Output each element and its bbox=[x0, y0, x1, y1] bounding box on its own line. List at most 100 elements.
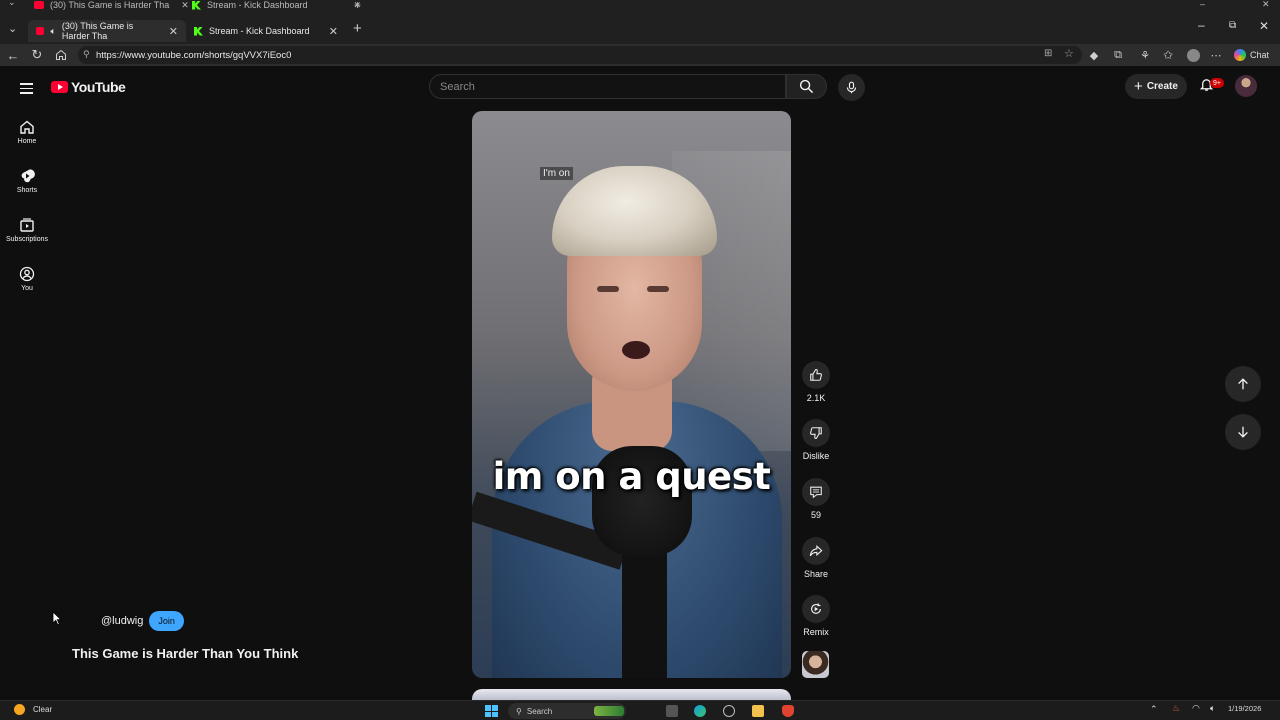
sidebar-item-shorts[interactable]: Shorts bbox=[0, 168, 54, 194]
search-highlight-icon bbox=[594, 706, 624, 716]
share-circle[interactable] bbox=[802, 537, 830, 565]
next-short-button[interactable] bbox=[1225, 414, 1261, 450]
chat-label: Chat bbox=[1250, 50, 1270, 60]
voice-search-button[interactable] bbox=[838, 74, 865, 101]
sidebar-label: Shorts bbox=[16, 187, 38, 194]
restore-button[interactable]: ⧉ bbox=[1229, 20, 1236, 31]
tab-kick[interactable]: Stream - Kick Dashboard ✕ bbox=[186, 20, 346, 42]
search-placeholder: Search bbox=[440, 80, 475, 93]
sidebar-item-you[interactable]: You bbox=[0, 266, 54, 292]
favorite-star-icon[interactable]: ☆ bbox=[1064, 47, 1074, 60]
extensions-icon[interactable]: ⧉ bbox=[1110, 47, 1126, 63]
back-button[interactable]: ← bbox=[5, 47, 21, 63]
dislike-button[interactable]: Dislike bbox=[800, 419, 832, 461]
tray-app-icon[interactable]: ♨ bbox=[1172, 703, 1180, 714]
sound-thumbnail[interactable] bbox=[802, 651, 829, 678]
site-info-icon[interactable]: ⚲ bbox=[83, 49, 90, 60]
video-caption-small: I'm on bbox=[540, 167, 573, 180]
close-icon[interactable]: ✕ bbox=[169, 25, 178, 38]
new-tab-button[interactable]: + bbox=[353, 20, 362, 37]
taskbar-date: 1/19/2026 bbox=[1228, 704, 1262, 713]
like-button[interactable]: 2.1K bbox=[800, 361, 832, 403]
channel-row: @ludwig Join bbox=[101, 611, 184, 631]
like-count: 2.1K bbox=[806, 393, 826, 403]
short-title[interactable]: This Game is Harder Than You Think bbox=[72, 646, 298, 661]
kick-favicon-icon bbox=[194, 26, 203, 36]
close-icon: ✕ bbox=[181, 0, 189, 10]
notification-badge: 9+ bbox=[1210, 78, 1224, 88]
comments-circle[interactable] bbox=[802, 478, 830, 506]
split-screen-icon[interactable]: ⚘ bbox=[1137, 47, 1153, 63]
sidebar-label: You bbox=[21, 285, 33, 292]
subscriptions-icon bbox=[20, 218, 34, 232]
ghost-minimize-icon: – bbox=[1200, 0, 1206, 9]
create-button[interactable]: + Create bbox=[1125, 74, 1187, 99]
join-button[interactable]: Join bbox=[149, 611, 184, 631]
file-explorer-icon[interactable] bbox=[752, 705, 764, 717]
address-bar[interactable]: ⚲ https://www.youtube.com/shorts/gqVVX7i… bbox=[78, 46, 1082, 64]
extension-diamond-icon[interactable]: ◆ bbox=[1086, 47, 1102, 63]
video-person-eye bbox=[647, 286, 669, 292]
edge-icon[interactable] bbox=[694, 705, 706, 717]
remix-circle[interactable] bbox=[802, 595, 830, 623]
brave-icon[interactable] bbox=[782, 705, 794, 717]
comment-count: 59 bbox=[810, 510, 821, 520]
search-icon: ⚲ bbox=[516, 706, 522, 716]
tab-bar: ⌄ 🔈︎ (30) This Game is Harder Tha ✕ Stre… bbox=[0, 18, 1280, 44]
youtube-logo[interactable]: YouTube bbox=[51, 79, 126, 95]
ghost-chevron-icon: ⌄ bbox=[8, 0, 16, 7]
close-icon[interactable]: ✕ bbox=[329, 25, 338, 38]
remix-button[interactable]: Remix bbox=[800, 595, 832, 637]
channel-name[interactable]: @ludwig bbox=[101, 615, 143, 627]
thumbs-up-icon bbox=[810, 369, 822, 381]
menu-icon[interactable] bbox=[20, 80, 33, 97]
favorites-icon[interactable]: ✩ bbox=[1160, 47, 1176, 63]
copilot-icon bbox=[1234, 49, 1246, 61]
share-icon bbox=[809, 545, 823, 557]
mouse-cursor-icon bbox=[52, 611, 62, 626]
speaker-icon[interactable]: 🔈︎ bbox=[50, 26, 55, 37]
weather-widget[interactable]: Clear bbox=[14, 704, 52, 715]
ghost-tab-youtube: (30) This Game is Harder Tha ✕ bbox=[34, 0, 189, 15]
profile-icon[interactable] bbox=[1185, 47, 1201, 63]
more-menu-icon[interactable]: ⋯ bbox=[1208, 47, 1224, 63]
youtube-page: YouTube Search + Create 9+ Home Shorts S… bbox=[0, 66, 1280, 701]
task-view-icon[interactable] bbox=[666, 705, 678, 717]
home-icon bbox=[55, 49, 67, 61]
minimize-button[interactable]: – bbox=[1198, 18, 1205, 32]
dislike-label: Dislike bbox=[802, 451, 830, 461]
volume-icon[interactable]: 🔈︎ bbox=[1210, 703, 1215, 714]
previous-short-button[interactable] bbox=[1225, 366, 1261, 402]
sidebar-item-home[interactable]: Home bbox=[0, 119, 54, 145]
short-video-player[interactable]: I'm on im on a quest bbox=[472, 111, 791, 678]
taskbar-clock[interactable]: 1/19/2026 bbox=[1228, 704, 1261, 713]
tab-youtube[interactable]: 🔈︎ (30) This Game is Harder Tha ✕ bbox=[28, 20, 186, 42]
sidebar-label: Home bbox=[17, 138, 37, 145]
window-close-button[interactable]: ✕ bbox=[1259, 19, 1269, 33]
copilot-chat-button[interactable]: Chat bbox=[1234, 47, 1269, 63]
ghost-plus-icon: + bbox=[354, 0, 362, 12]
sidebar-item-subscriptions[interactable]: Subscriptions bbox=[0, 217, 54, 243]
tray-chevron-icon[interactable]: ⌃ bbox=[1150, 704, 1158, 715]
start-button[interactable] bbox=[485, 705, 498, 717]
clock-app-icon[interactable] bbox=[723, 705, 735, 717]
tab-list-chevron-icon[interactable]: ⌄ bbox=[8, 22, 17, 35]
comments-button[interactable]: 59 bbox=[800, 478, 832, 520]
youtube-favicon-icon bbox=[34, 1, 44, 9]
refresh-button[interactable]: ↻ bbox=[29, 47, 45, 63]
wifi-icon[interactable]: ◠ bbox=[1192, 703, 1200, 714]
sidebar-label: Subscriptions bbox=[5, 236, 49, 243]
search-button[interactable] bbox=[786, 74, 827, 99]
home-button[interactable] bbox=[53, 47, 69, 63]
taskbar-search[interactable]: ⚲ Search bbox=[508, 703, 626, 719]
like-circle[interactable] bbox=[802, 361, 830, 389]
account-avatar[interactable] bbox=[1235, 75, 1257, 97]
search-input[interactable]: Search bbox=[429, 74, 786, 99]
app-available-icon[interactable]: ⊞ bbox=[1044, 48, 1052, 59]
dislike-circle[interactable] bbox=[802, 419, 830, 447]
thumbs-down-icon bbox=[810, 427, 822, 439]
youtube-favicon-icon bbox=[36, 27, 45, 35]
remix-icon bbox=[811, 603, 821, 614]
ghost-tab-kick: Stream - Kick Dashboard ✕ bbox=[192, 0, 361, 15]
share-button[interactable]: Share bbox=[800, 537, 832, 579]
